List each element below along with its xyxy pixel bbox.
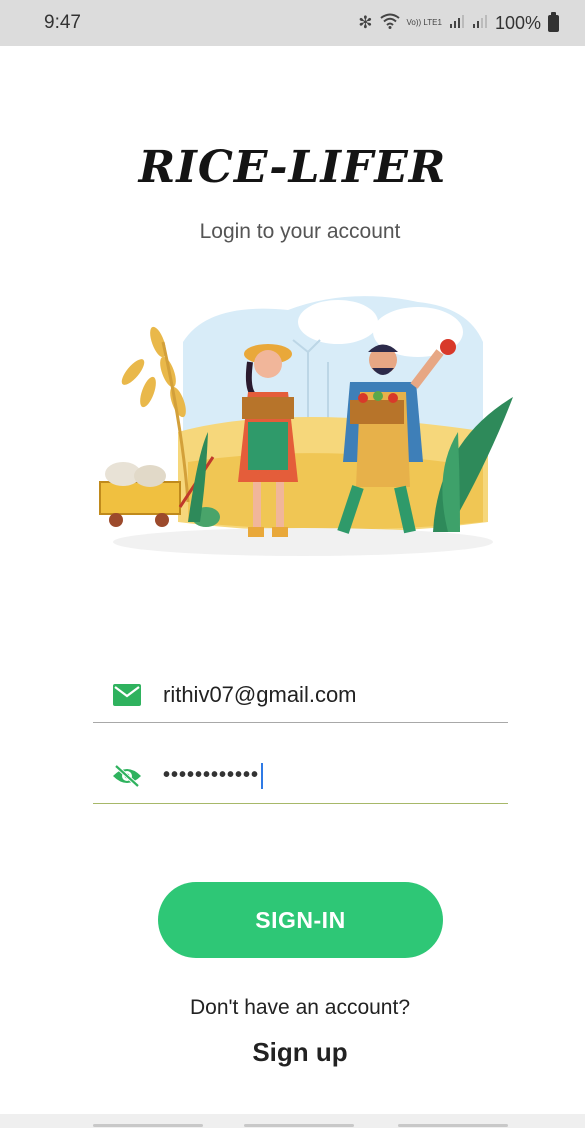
- nav-recents-handle[interactable]: [93, 1124, 203, 1127]
- status-bar: 9:47 ✻ Vo)) LTE1 100%: [0, 0, 585, 46]
- email-icon: [111, 679, 143, 711]
- nav-home-handle[interactable]: [244, 1124, 354, 1127]
- password-input[interactable]: ••••••••••••: [163, 764, 259, 787]
- signup-link[interactable]: Sign up: [0, 1037, 585, 1068]
- app-title: RICE-LIFER: [138, 142, 447, 193]
- login-subtitle: Login to your account: [199, 220, 401, 243]
- navigation-bar: [0, 1114, 585, 1128]
- signal-icon-1: [449, 13, 465, 34]
- signin-button[interactable]: SIGN-IN: [158, 882, 443, 958]
- visibility-off-icon[interactable]: [111, 760, 143, 792]
- lte-label: Vo)) LTE1: [406, 18, 442, 27]
- battery-percent: 100%: [494, 12, 541, 33]
- no-account-text: Don't have an account?: [190, 996, 410, 1019]
- battery-icon: [548, 11, 559, 32]
- text-cursor: [261, 762, 264, 789]
- farmers-illustration: [99, 296, 513, 556]
- status-time: 9:47: [44, 12, 81, 33]
- email-field[interactable]: rithiv07@gmail.com: [93, 667, 508, 723]
- bluetooth-icon: ✻: [358, 13, 373, 32]
- wifi-icon: [379, 13, 400, 34]
- status-icons: ✻ Vo)) LTE1 100%: [358, 11, 559, 34]
- nav-back-handle[interactable]: [398, 1124, 508, 1127]
- signal-icon-2: [472, 13, 488, 34]
- email-input[interactable]: rithiv07@gmail.com: [163, 682, 357, 708]
- password-field[interactable]: ••••••••••••: [93, 748, 508, 804]
